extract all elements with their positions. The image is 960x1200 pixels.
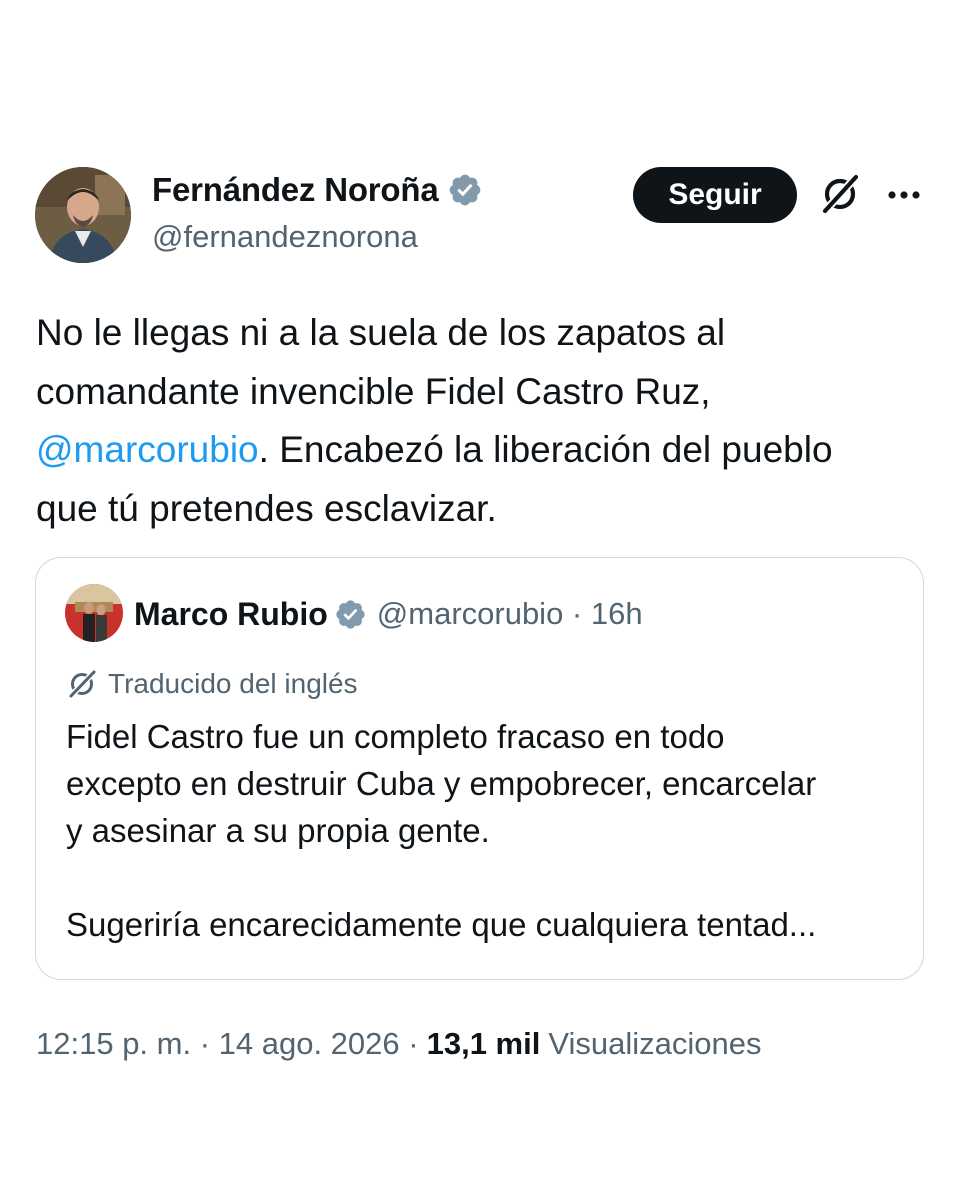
quoted-handle-time[interactable]: @marcorubio · 16h [377,596,643,632]
tweet-text-line: comandante invencible Fidel Castro Ruz, [36,370,711,412]
author-avatar[interactable] [35,167,131,263]
author-handle[interactable]: @fernandeznorona [152,216,418,258]
quoted-text-line: excepto en destruir Cuba y empobrecer, e… [66,765,817,802]
quoted-author-name[interactable]: Marco Rubio [134,596,328,633]
quoted-text-line: y asesinar a su propia gente. [66,812,490,849]
mention-link[interactable]: @marcorubio [36,429,259,470]
translation-text: Traducido del inglés [108,668,358,699]
quoted-text-line: Sugeriría encarecidamente que cualquiera… [66,906,817,943]
tweet-text-segment: . Encabezó la liberación del pueblo [258,429,833,470]
author-name[interactable]: Fernández Noroña [152,168,483,212]
tweet-text-line: que tú pretendes esclavizar. [36,487,497,529]
verified-badge-icon[interactable] [447,172,483,208]
quoted-header: Marco Rubio @marcorubio · 16h [134,592,643,636]
tweet: Fernández Noroña @fernandeznorona Seguir… [0,0,960,1200]
author-name-text[interactable]: Fernández Noroña [152,168,439,212]
more-options-icon[interactable] [884,178,924,212]
views-count: 13,1 mil [426,1026,541,1061]
follow-button[interactable]: Seguir [633,167,797,223]
quoted-text: Fidel Castro fue un completo fracaso en … [66,713,906,948]
translation-label[interactable]: Traducido del inglés [66,664,358,704]
tweet-footer: 12:15 p. m. · 14 ago. 2026 · 13,1 mil Vi… [36,1022,761,1066]
tweet-text-line: @marcorubio. Encabezó la liberación del … [36,421,936,480]
verified-badge-icon[interactable] [334,598,367,631]
views-label: Visualizaciones [548,1026,762,1061]
tweet-text-line: No le llegas ni a la suela de los zapato… [36,312,726,353]
quoted-author-avatar[interactable] [65,584,123,642]
quoted-text-line: Fidel Castro fue un completo fracaso en … [66,718,725,755]
grok-translate-icon [66,668,98,700]
quoted-tweet[interactable]: Marco Rubio @marcorubio · 16h Traducido … [35,557,924,980]
grok-icon[interactable] [818,172,862,216]
timestamp[interactable]: 12:15 p. m. · 14 ago. 2026 · [36,1026,419,1062]
tweet-text: No le llegas ni a la suela de los zapato… [36,304,936,538]
